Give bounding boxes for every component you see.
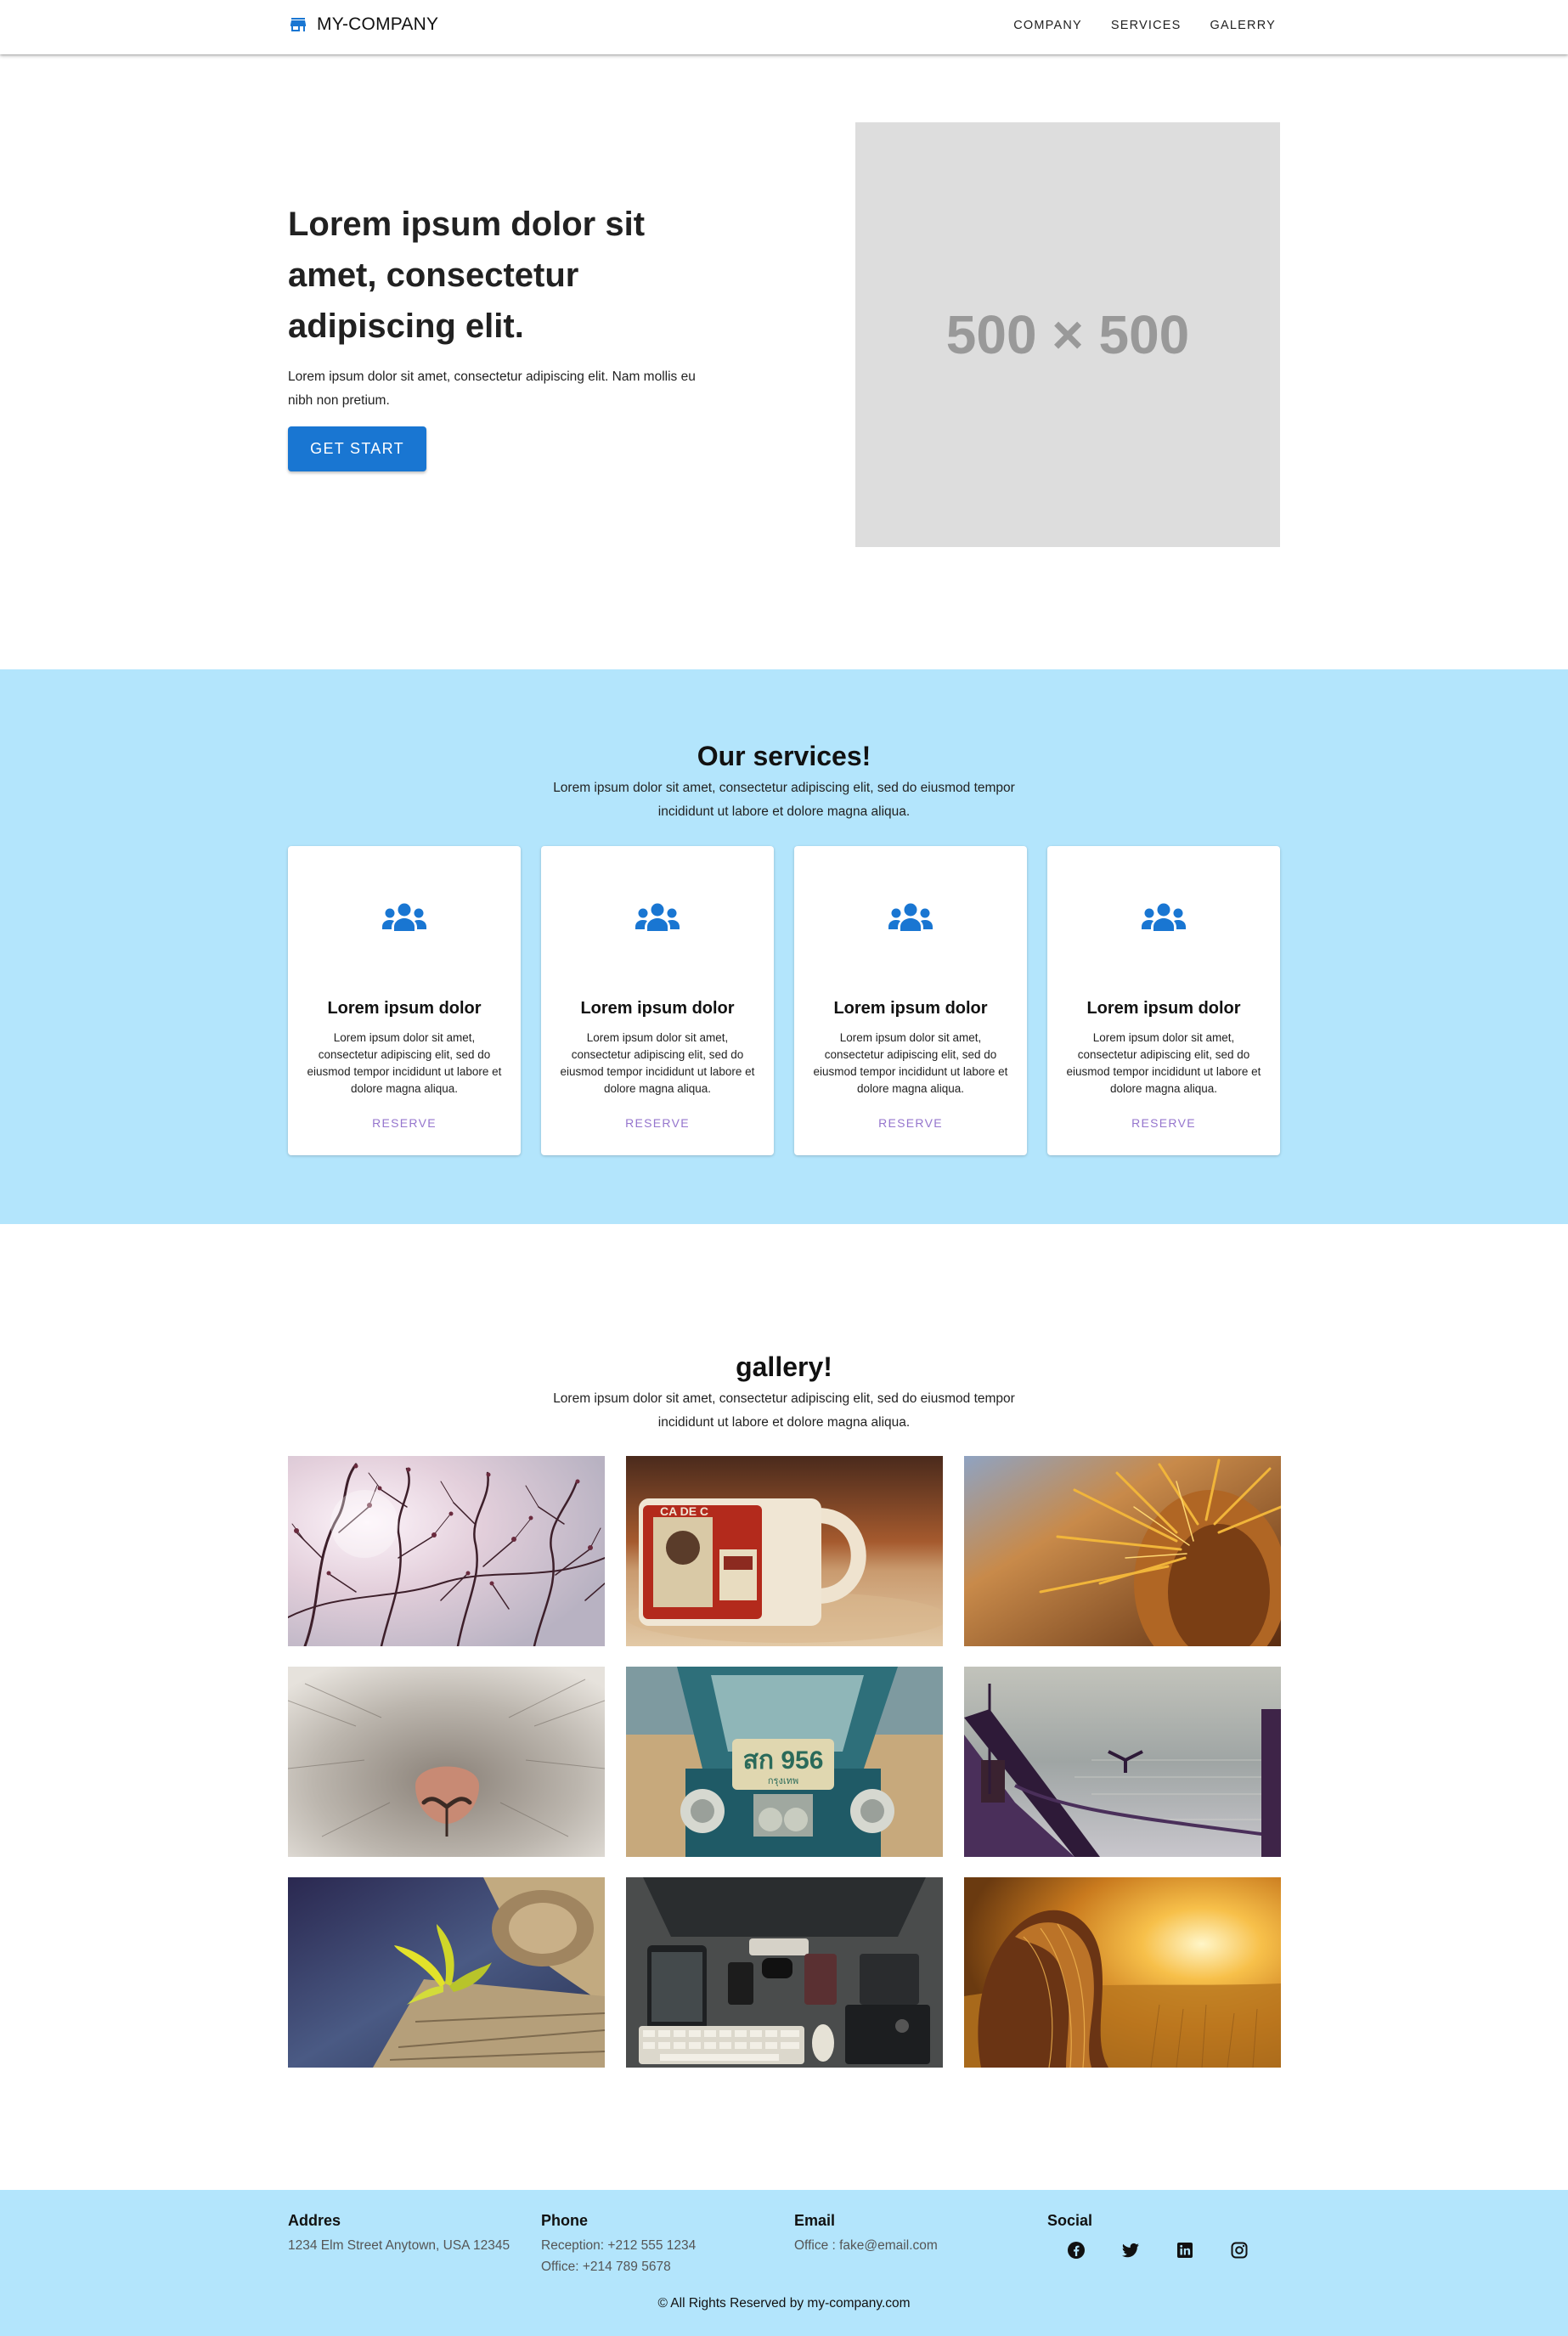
mug-photo[interactable]: CA DE C (626, 1456, 943, 1646)
people-icon (888, 903, 933, 931)
brand[interactable]: MY-COMPANY (288, 14, 438, 35)
girl-sunset-photo[interactable] (964, 1877, 1281, 2068)
footer-address: Addres 1234 Elm Street Anytown, USA 1234… (288, 2212, 534, 2256)
main-nav: COMPANY SERVICES GALERRY (1013, 19, 1276, 32)
services-subtitle: Lorem ipsum dolor sit amet, consectetur … (553, 781, 1015, 819)
hero-image-placeholder: 500 × 500 (855, 122, 1280, 547)
get-start-button[interactable]: GET START (288, 426, 426, 471)
footer-email-title: Email (794, 2212, 836, 2229)
card-text: Lorem ipsum dolor sit amet, consectetur … (307, 1031, 502, 1095)
card-title: Lorem ipsum dolor (580, 999, 735, 1018)
nav-services[interactable]: SERVICES (1111, 19, 1182, 32)
footer-email: Email Office : fake@email.com (794, 2212, 1041, 2256)
card-text: Lorem ipsum dolor sit amet, consectetur … (560, 1031, 755, 1095)
cat-nose-photo[interactable] (288, 1667, 605, 1857)
service-card: Lorem ipsum dolor Lorem ipsum dolor sit … (541, 846, 774, 1155)
footer-phone-reception: Reception: +212 555 1234 (541, 2238, 697, 2253)
people-icon (635, 903, 680, 931)
reserve-button[interactable]: RESERVE (1047, 1116, 1280, 1130)
footer-phone-office: Office: +214 789 5678 (541, 2260, 671, 2274)
brand-name: MY-COMPANY (317, 14, 439, 34)
store-icon (290, 18, 306, 31)
gallery-section: gallery! Lorem ipsum dolor sit amet, con… (0, 1224, 1568, 2190)
svg-text:กรุงเทพ: กรุงเทพ (768, 1776, 798, 1786)
facebook-icon[interactable] (1066, 2240, 1086, 2260)
gallery-title: gallery! (736, 1351, 832, 1382)
people-icon (1142, 903, 1186, 931)
services-title: Our services! (697, 741, 871, 771)
hero-title: Lorem ipsum dolor sit amet, consectetur … (288, 206, 646, 345)
card-title: Lorem ipsum dolor (833, 999, 988, 1018)
service-card: Lorem ipsum dolor Lorem ipsum dolor sit … (288, 846, 521, 1155)
social-links (1066, 2240, 1294, 2260)
app-bar: MY-COMPANY COMPANY SERVICES GALERRY (0, 0, 1568, 54)
card-title: Lorem ipsum dolor (327, 999, 482, 1018)
tuk-tuk-photo[interactable]: สก 956 กรุงเทพ (626, 1667, 943, 1857)
card-text: Lorem ipsum dolor sit amet, consectetur … (813, 1031, 1008, 1095)
svg-text:สก 956: สก 956 (743, 1746, 824, 1775)
services-section: Our services! Lorem ipsum dolor sit amet… (0, 669, 1568, 1224)
reserve-button[interactable]: RESERVE (794, 1116, 1027, 1130)
footer-address-line: 1234 Elm Street Anytown, USA 12345 (288, 2238, 510, 2253)
gallery-subtitle: Lorem ipsum dolor sit amet, consectetur … (553, 1391, 1015, 1430)
cactus-photo[interactable] (964, 1456, 1281, 1646)
gallery-grid: CA DE C สก 956 กรุงเทพ (288, 1456, 1281, 2068)
instagram-icon[interactable] (1229, 2240, 1249, 2260)
card-title: Lorem ipsum dolor (1086, 999, 1241, 1018)
nav-gallery[interactable]: GALERRY (1210, 19, 1276, 32)
plant-wood-photo[interactable] (288, 1877, 605, 2068)
people-icon (382, 903, 426, 931)
copyright: © All Rights Reserved by my-company.com (657, 2296, 911, 2311)
card-text: Lorem ipsum dolor sit amet, consectetur … (1066, 1031, 1261, 1095)
footer-email-line[interactable]: Office : fake@email.com (794, 2235, 1041, 2256)
svg-text:CA DE C: CA DE C (660, 1504, 708, 1518)
service-card: Lorem ipsum dolor Lorem ipsum dolor sit … (1047, 846, 1280, 1155)
boat-bird-photo[interactable] (964, 1667, 1281, 1857)
hero-section: Lorem ipsum dolor sit amet, consectetur … (0, 54, 1568, 669)
footer-social: Social (1047, 2212, 1294, 2260)
hero-text: Lorem ipsum dolor sit amet, consectetur … (288, 370, 696, 408)
service-card: Lorem ipsum dolor Lorem ipsum dolor sit … (794, 846, 1027, 1155)
footer: Addres 1234 Elm Street Anytown, USA 1234… (0, 2190, 1568, 2336)
twitter-icon[interactable] (1120, 2240, 1141, 2260)
reserve-button[interactable]: RESERVE (288, 1116, 521, 1130)
nav-company[interactable]: COMPANY (1013, 19, 1082, 32)
footer-phone: Phone Reception: +212 555 1234 Office: +… (541, 2212, 787, 2277)
footer-address-title: Addres (288, 2212, 341, 2229)
linkedin-icon[interactable] (1175, 2240, 1195, 2260)
service-cards: Lorem ipsum dolor Lorem ipsum dolor sit … (288, 846, 1280, 1155)
branches-photo[interactable] (288, 1456, 605, 1646)
reserve-button[interactable]: RESERVE (541, 1116, 774, 1130)
desk-gadgets-photo[interactable] (626, 1877, 943, 2068)
footer-social-title: Social (1047, 2212, 1093, 2229)
footer-phone-title: Phone (541, 2212, 589, 2229)
